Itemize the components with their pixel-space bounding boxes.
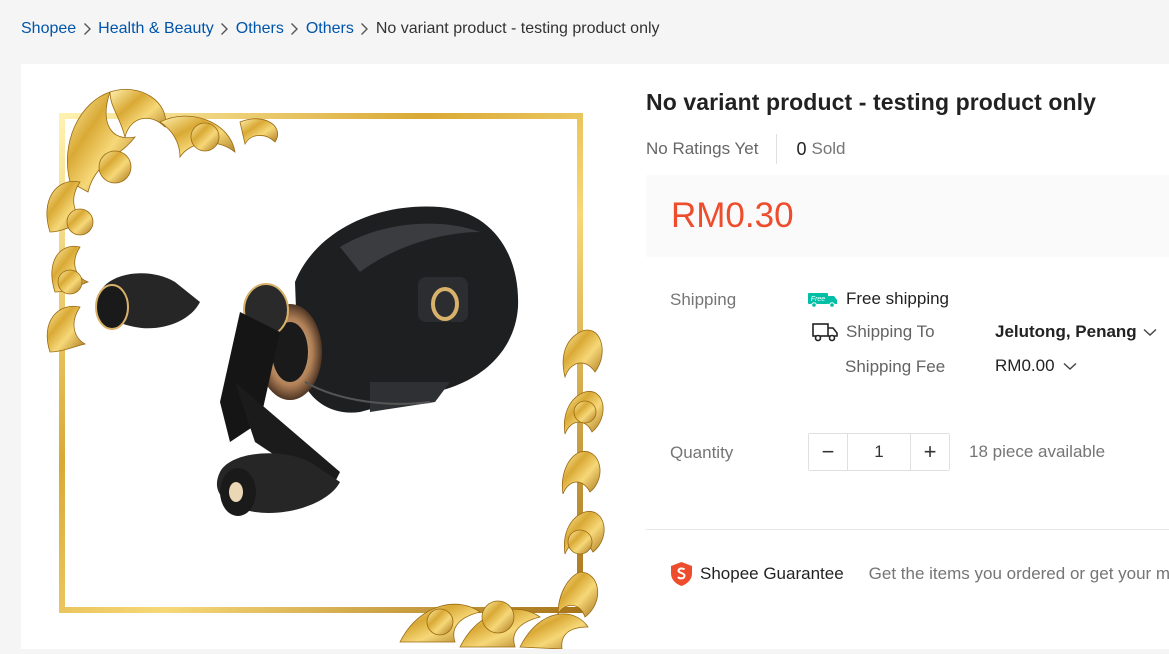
divider — [776, 134, 778, 164]
chevron-down-icon — [1063, 362, 1077, 371]
rating-row: No Ratings Yet 0 Sold — [646, 134, 846, 164]
quantity-stepper: − + — [808, 433, 950, 471]
sold-label: Sold — [811, 139, 846, 158]
shipping-to-dropdown[interactable]: Jelutong, Penang — [995, 322, 1157, 342]
shipping-to-label: Shipping To — [846, 322, 935, 341]
guarantee-text: Get the items you ordered or get your m — [868, 564, 1169, 583]
product-price: RM0.30 — [671, 196, 794, 235]
product-card: No variant product - testing product onl… — [21, 64, 1169, 650]
shipping-to-value: Jelutong, Penang — [995, 322, 1137, 341]
chevron-right-icon — [284, 22, 306, 36]
breadcrumb-shopee[interactable]: Shopee — [21, 20, 76, 38]
shipping-fee-value: RM0.00 — [995, 356, 1055, 375]
free-shipping-truck-icon: Free — [808, 291, 838, 308]
shipping-to-row: Shipping To — [812, 322, 935, 342]
divider — [646, 529, 1169, 530]
price-box: RM0.30 — [646, 175, 1169, 257]
breadcrumb-others-1[interactable]: Others — [236, 20, 284, 38]
sold-count: 0 — [796, 138, 807, 159]
stock-available: 18 piece available — [969, 442, 1106, 461]
shipping-fee-label: Shipping Fee — [845, 357, 946, 376]
truck-icon — [812, 322, 838, 342]
free-shipping-row: Free Free shipping — [808, 289, 949, 309]
free-shipping-text: Free shipping — [846, 289, 950, 308]
shield-icon — [669, 561, 694, 587]
breadcrumb-current: No variant product - testing product onl… — [375, 20, 660, 37]
breadcrumb-others-2[interactable]: Others — [306, 20, 354, 38]
chevron-right-icon — [76, 22, 98, 36]
chevron-right-icon — [354, 22, 376, 36]
product-title: No variant product - testing product onl… — [646, 89, 1097, 115]
shipping-fee-dropdown[interactable]: RM0.00 — [995, 356, 1077, 376]
chevron-down-icon — [1143, 328, 1157, 337]
free-badge-text: Free — [811, 296, 826, 303]
quantity-label: Quantity — [670, 443, 734, 462]
breadcrumb-health-beauty[interactable]: Health & Beauty — [98, 20, 214, 38]
ratings-text[interactable]: No Ratings Yet — [646, 139, 758, 159]
increase-quantity-button[interactable]: + — [911, 434, 949, 470]
quantity-input[interactable] — [847, 434, 911, 470]
chevron-right-icon — [214, 22, 236, 36]
product-image[interactable] — [40, 82, 607, 650]
breadcrumb: Shopee Health & Beauty Others Others No … — [21, 18, 660, 40]
decrease-quantity-button[interactable]: − — [809, 434, 847, 470]
shipping-label: Shipping — [670, 290, 737, 309]
shopee-guarantee[interactable]: Shopee Guarantee Get the items you order… — [669, 561, 1169, 587]
guarantee-label: Shopee Guarantee — [700, 564, 844, 583]
